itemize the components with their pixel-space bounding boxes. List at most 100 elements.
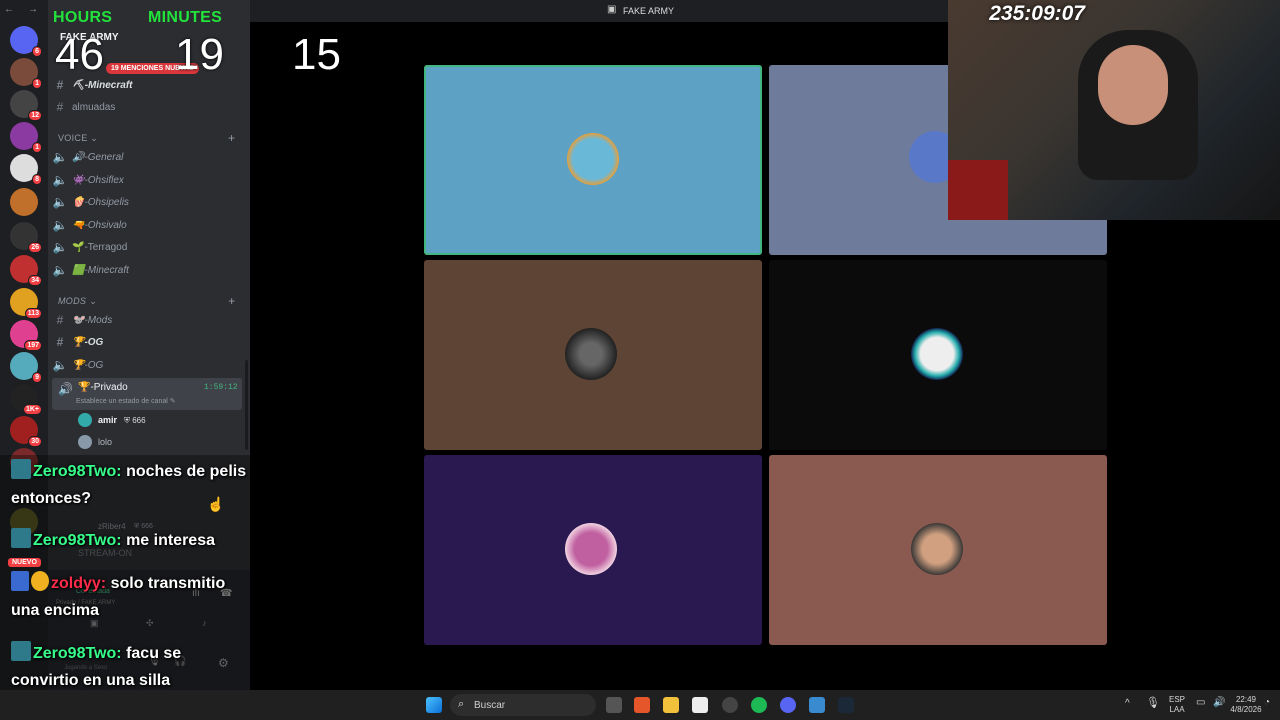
window-title: FAKE ARMY [623, 6, 675, 16]
speaker-icon: 🔈 [52, 173, 68, 187]
avatar[interactable] [78, 435, 92, 449]
speaker-icon: 🔈 [52, 218, 68, 232]
hours-label: HOURS [53, 9, 113, 26]
avatar [567, 133, 619, 185]
sub-badges-icon [11, 571, 29, 591]
hash-icon: # [56, 313, 64, 327]
participant-tile[interactable] [424, 260, 762, 450]
windows-taskbar: ⌕ Buscar ^ 🎙 ESP LAA ▭ 🔊 22:49 4/8/2026 … [0, 690, 1280, 720]
nuevo-badge: NUEVO [8, 558, 41, 567]
chrome-app-icon[interactable] [809, 697, 825, 713]
voice-channel-og[interactable]: 🔈 🏆-OG [48, 355, 243, 375]
coin-badge-icon [31, 571, 49, 591]
server-icon[interactable]: 113 [10, 288, 42, 319]
speaker-icon: 🔈 [52, 195, 68, 209]
member-tag: ⛨ 666 [124, 416, 146, 425]
stream-uptime: 235:09:07 [989, 2, 1085, 25]
language-indicator[interactable]: ESP LAA [1169, 695, 1185, 715]
hash-icon: # [56, 78, 64, 92]
clock[interactable]: 22:49 4/8/2026 [1230, 695, 1262, 715]
server-icon[interactable]: 8 [10, 154, 42, 185]
member-name[interactable]: lolo [98, 437, 112, 447]
hash-icon: # [56, 100, 64, 114]
channel-status[interactable]: Establece un estado de canal ✎ [76, 397, 176, 405]
forward-arrow-icon[interactable]: → [28, 4, 38, 15]
hours-value: 46 [55, 30, 104, 79]
brave-browser-icon[interactable] [634, 697, 650, 713]
voice-channel-ohsivalo[interactable]: 🔈 🔫-Ohsivalo [48, 215, 243, 235]
hash-icon: # [56, 335, 64, 349]
chat-message: Zero98Two: me interesa [11, 527, 251, 554]
server-icon[interactable] [10, 188, 38, 216]
server-icon[interactable]: 9 [10, 352, 42, 383]
voice-channel-terragod[interactable]: 🔈 🌱-Terragod [48, 237, 243, 257]
avatar [565, 523, 617, 575]
channel-timer: 1:59:12 [204, 383, 238, 392]
mods-category[interactable]: MODS ⌄ + [58, 294, 235, 308]
discord-icon[interactable] [780, 697, 796, 713]
speaker-icon: 🔊 [58, 382, 73, 396]
file-explorer-icon[interactable] [663, 697, 679, 713]
task-view-icon[interactable] [606, 697, 622, 713]
channel-almuadas[interactable]: # almuadas [48, 97, 243, 117]
voice-channel-minecraft[interactable]: 🔈 🟩-Minecraft [48, 260, 243, 280]
plus-icon[interactable]: + [228, 294, 235, 308]
channel-mods[interactable]: # 🐭-Mods [48, 310, 243, 330]
steam-icon[interactable] [838, 697, 854, 713]
speaker-icon: 🔈 [52, 263, 68, 277]
chat-message: zoldyy: solo transmitio una encima [11, 570, 251, 624]
server-icon[interactable]: 26 [10, 222, 42, 253]
zero-badge-icon [11, 459, 31, 479]
voice-category[interactable]: VOICE ⌄ + [58, 131, 235, 145]
volume-icon[interactable]: 🔊 [1213, 698, 1225, 708]
taskbar-search[interactable]: ⌕ Buscar [450, 694, 596, 716]
search-icon: ⌕ [458, 698, 465, 710]
voice-channel-ohsiflex[interactable]: 🔈 👾-Ohsiflex [48, 170, 243, 190]
chevron-up-icon[interactable]: ^ [1125, 699, 1130, 709]
back-arrow-icon[interactable]: ← [4, 4, 14, 15]
server-icon[interactable]: 12 [10, 90, 42, 121]
participant-tile[interactable] [769, 260, 1107, 450]
member-name[interactable]: amir [98, 415, 117, 425]
window-titlebar: ▣ FAKE ARMY [250, 0, 948, 22]
spotify-icon[interactable] [751, 697, 767, 713]
participant-tile[interactable] [769, 455, 1107, 645]
server-icon[interactable]: 30 [10, 416, 42, 447]
speaker-icon: 🔈 [52, 150, 68, 164]
active-voice-channel[interactable]: 🔊 🏆-Privado 1:59:12 Establece un estado … [52, 378, 242, 410]
speaker-icon: 🔈 [52, 358, 68, 372]
minutes-label: MINUTES [148, 9, 223, 26]
server-icon[interactable]: 34 [10, 255, 42, 286]
minutes-value: 19 [175, 30, 224, 79]
channel-og[interactable]: # 🏆-OG [48, 332, 243, 352]
discord-home-icon[interactable]: 6 [10, 26, 42, 57]
server-icon[interactable]: 1 [10, 58, 42, 89]
voice-channel-ohsipelis[interactable]: 🔈 🍿-Ohsipelis [48, 192, 243, 212]
seconds-value: 15 [292, 30, 341, 79]
avatar [911, 523, 963, 575]
server-icon[interactable]: 197 [10, 320, 42, 351]
sidebar-scrollbar[interactable] [245, 360, 248, 450]
plus-icon[interactable]: + [228, 131, 235, 145]
obs-icon[interactable] [722, 697, 738, 713]
participant-tile-speaking[interactable] [424, 65, 762, 255]
webcam-feed [948, 0, 1280, 220]
notifications-icon[interactable]: ◔ [1264, 698, 1270, 708]
speaker-icon: 🔈 [52, 240, 68, 254]
capcut-icon[interactable] [692, 697, 708, 713]
server-icon[interactable]: 1K+ [10, 384, 42, 415]
server-logo-icon: ▣ [607, 4, 617, 15]
chat-message: Zero98Two: facu se convirtio en una sill… [11, 640, 251, 694]
windows-start-icon[interactable] [426, 697, 442, 713]
avatar [565, 328, 617, 380]
mouse-cursor-icon: ☝ [207, 496, 225, 512]
zero-badge-icon [11, 528, 31, 548]
network-icon[interactable]: ▭ [1196, 698, 1205, 708]
server-icon[interactable]: 1 [10, 122, 42, 153]
participant-tile[interactable] [424, 455, 762, 645]
voice-channel-general[interactable]: 🔈 🔊-General [48, 147, 243, 167]
mic-icon[interactable]: 🎙 [1146, 698, 1160, 709]
avatar[interactable] [78, 413, 92, 427]
keyboard [948, 160, 1008, 220]
zero-badge-icon [11, 641, 31, 661]
